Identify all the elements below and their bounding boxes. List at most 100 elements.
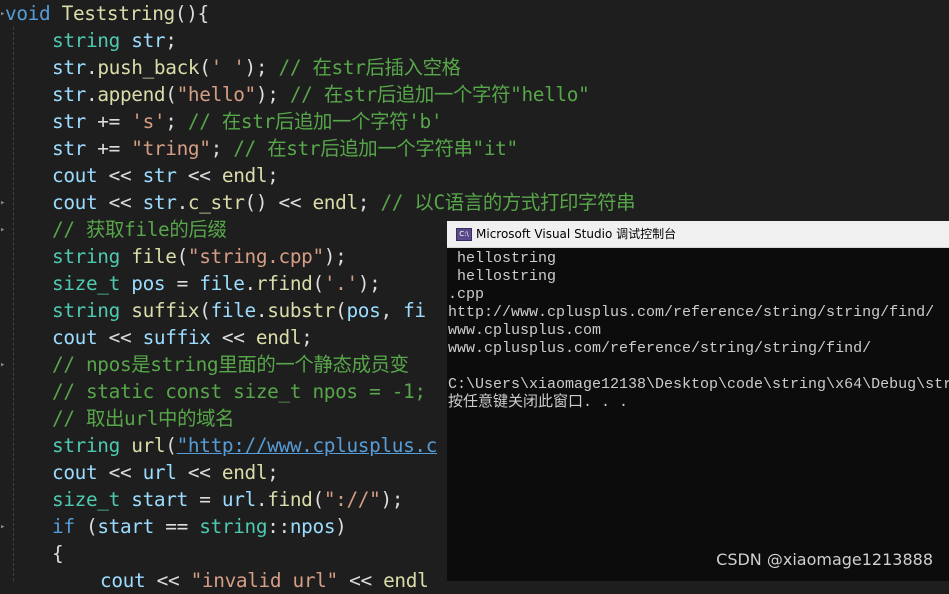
code-line[interactable]: void Teststring(){ [5, 0, 209, 27]
code-token: string [52, 245, 120, 268]
code-line[interactable]: { [52, 540, 64, 567]
console-output-line: http://www.cplusplus.com/reference/strin… [448, 304, 935, 321]
code-token: . [255, 299, 268, 322]
code-token: cout [52, 191, 98, 214]
code-token: string [52, 29, 120, 52]
code-token: if [52, 515, 75, 538]
code-token: cout [52, 461, 98, 484]
code-token: cout [52, 164, 98, 187]
code-line[interactable]: string suffix(file.substr(pos, fi [52, 297, 426, 324]
code-token: "string.cpp" [187, 245, 324, 268]
code-line[interactable]: str.append("hello"); // 在str后追加一个字符"hell… [52, 81, 590, 108]
code-line[interactable]: size_t pos = file.rfind('.'); [52, 270, 381, 297]
code-token: string [52, 434, 120, 457]
code-token: << [176, 164, 222, 187]
code-token: += [85, 110, 132, 133]
code-line[interactable]: // 获取file的后缀 [52, 216, 227, 243]
code-token: ); [323, 245, 347, 268]
code-token: start [97, 515, 154, 538]
code-token: endl [312, 191, 358, 214]
code-line[interactable]: // npos是string里面的一个静态成员变 [52, 351, 409, 378]
code-token: // 取出url中的域名 [52, 407, 235, 430]
code-token: . [85, 83, 98, 106]
code-token: Teststring [61, 2, 176, 25]
code-token: size_t [52, 488, 120, 511]
console-output-line: hellostring [448, 250, 557, 267]
code-token: , [380, 299, 404, 322]
code-token: "tring" [131, 137, 211, 160]
code-token: ; [267, 164, 279, 187]
code-token: ( [199, 299, 211, 322]
code-token: pos [131, 272, 166, 295]
code-token: ( [165, 434, 177, 457]
code-line[interactable]: cout << str << endl; [52, 162, 279, 189]
code-token: str [52, 83, 86, 106]
code-token: endl [221, 461, 268, 484]
code-token: cout [52, 326, 98, 349]
code-line[interactable]: cout << url << endl; [52, 459, 279, 486]
code-token: ); [244, 56, 279, 79]
code-line[interactable]: string file("string.cpp"); [52, 243, 347, 270]
code-line[interactable]: str += 's'; // 在str后追加一个字符'b' [52, 108, 443, 135]
code-token: ( [312, 488, 325, 511]
code-token: :: [267, 515, 290, 538]
code-token: str [52, 137, 86, 160]
code-token: url [221, 488, 256, 511]
code-line[interactable]: // static const size_t npos = -1; [52, 378, 426, 405]
console-output-line: C:\Users\xiaomage12138\Desktop\code\stri… [448, 376, 949, 393]
code-token: file [210, 299, 257, 322]
code-token: = [165, 272, 200, 295]
code-token: url [142, 461, 177, 484]
code-token: start [131, 488, 188, 511]
code-token: c_str [187, 191, 245, 214]
code-line[interactable]: if (start == string::npos) [52, 513, 347, 540]
code-token: rfind [255, 272, 313, 295]
code-line[interactable]: size_t start = url.find("://"); [52, 486, 403, 513]
code-token: "http://www.cplusplus.c [176, 434, 438, 457]
code-token: ); [357, 272, 381, 295]
code-token: << [97, 461, 143, 484]
code-line[interactable]: cout << str.c_str() << endl; // 以C语言的方式打… [52, 189, 636, 216]
code-token: (){ [174, 2, 209, 25]
code-token: // npos是string里面的一个静态成员变 [52, 353, 409, 376]
code-line[interactable]: // 取出url中的域名 [52, 405, 235, 432]
code-token: ; [301, 326, 313, 349]
console-output-line: hellostring [448, 268, 557, 285]
code-token: // 在str后追加一个字符'b' [187, 110, 443, 133]
debug-console-window[interactable]: C:\ Microsoft Visual Studio 调试控制台 hellos… [447, 221, 949, 581]
code-token: << [210, 326, 256, 349]
code-line[interactable]: cout << suffix << endl; [52, 324, 313, 351]
fold-marker-icon[interactable]: ▸ [0, 225, 6, 235]
code-token: "://" [323, 488, 381, 511]
code-token: push_back [97, 56, 200, 79]
code-token: // 在str后追加一个字符"hello" [289, 83, 590, 106]
code-token: find [267, 488, 313, 511]
console-output-line: 按任意键关闭此窗口. . . [448, 394, 629, 411]
code-line[interactable]: str += "tring"; // 在str后追加一个字符串"it" [52, 135, 518, 162]
code-token: ); [380, 488, 404, 511]
console-output[interactable]: hellostring hellostring .cpp http://www.cp… [447, 247, 949, 581]
code-token: 's' [131, 110, 166, 133]
code-token: // 在str后插入空格 [278, 56, 462, 79]
console-title-bar[interactable]: C:\ Microsoft Visual Studio 调试控制台 [447, 221, 949, 248]
console-app-icon: C:\ [456, 228, 472, 241]
code-token: '.' [323, 272, 358, 295]
code-token: str [52, 110, 86, 133]
code-line[interactable]: string url("http://www.cplusplus.c [52, 432, 437, 459]
code-token: ) [335, 515, 347, 538]
code-token: // 以C语言的方式打印字符串 [380, 191, 636, 214]
fold-marker-icon[interactable]: ▸ [0, 360, 6, 370]
fold-marker-icon[interactable]: ▸ [0, 522, 6, 532]
code-token: str [52, 56, 86, 79]
code-token: ); [255, 83, 290, 106]
code-token: endl [255, 326, 302, 349]
code-token: () << [244, 191, 313, 214]
code-line[interactable]: str.push_back(' '); // 在str后插入空格 [52, 54, 461, 81]
code-token: endl [221, 164, 268, 187]
fold-marker-icon[interactable]: ▸ [0, 198, 6, 208]
code-token: ; [267, 461, 279, 484]
code-token: . [255, 488, 268, 511]
code-token: = [187, 488, 222, 511]
code-line[interactable]: string str; [52, 27, 177, 54]
code-token: . [244, 272, 257, 295]
